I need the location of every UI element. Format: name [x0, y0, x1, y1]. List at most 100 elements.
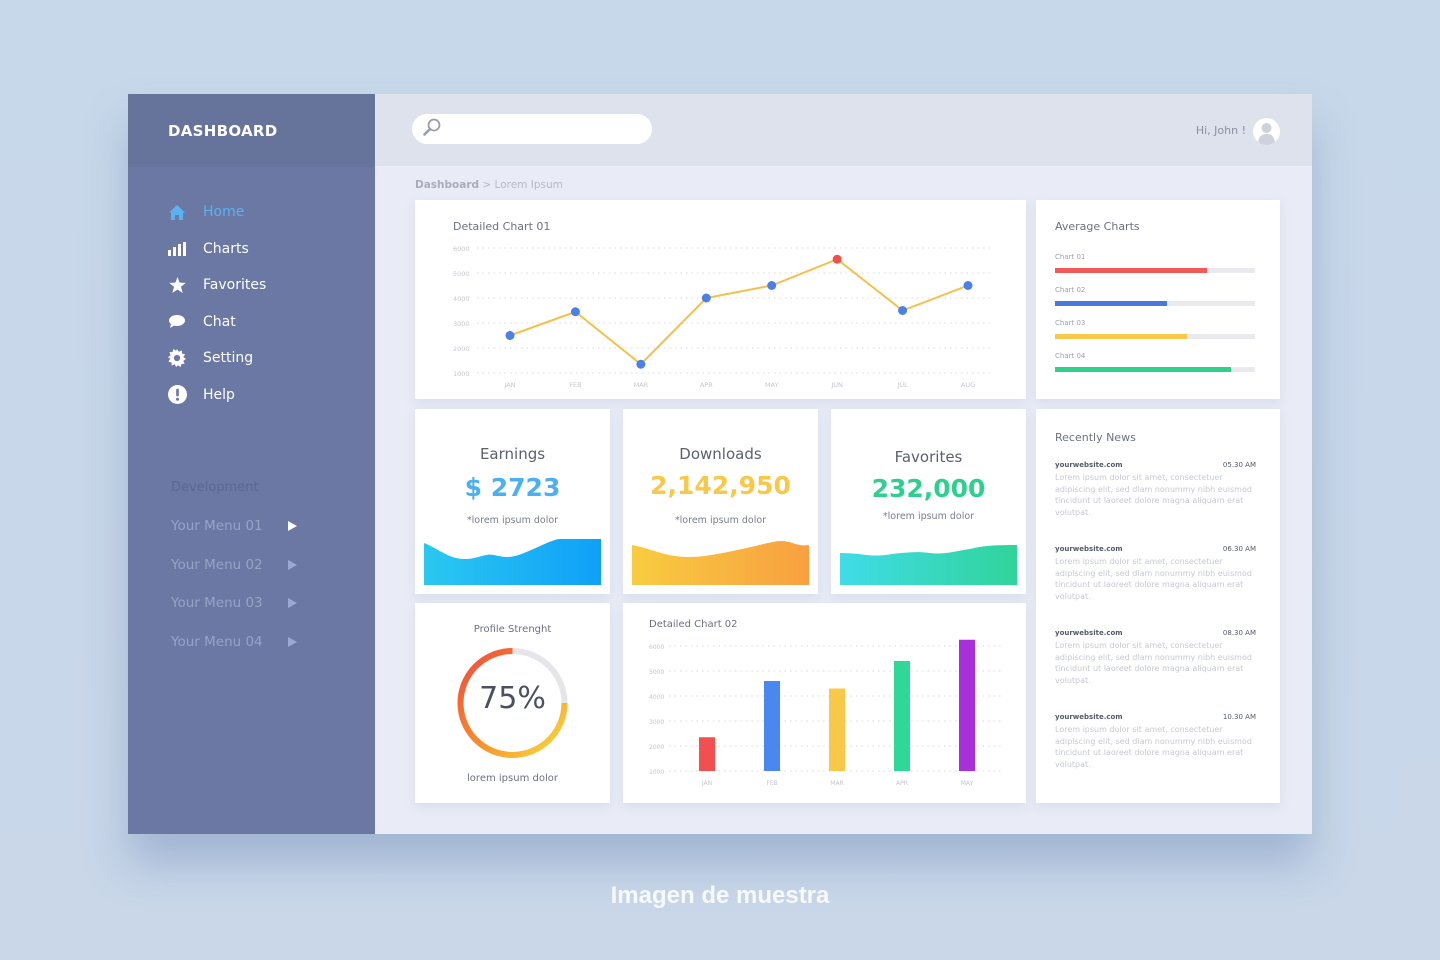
menu-item-04[interactable]: Your Menu 04: [171, 623, 297, 662]
data-point: [767, 281, 777, 290]
bar: [764, 681, 780, 771]
sidebar-item-favorites[interactable]: Favorites: [166, 267, 266, 304]
menu-item-01[interactable]: Your Menu 01: [171, 507, 297, 546]
sidebar-item-charts[interactable]: Charts: [166, 231, 266, 268]
menu-item-label: Your Menu 01: [171, 518, 263, 535]
sidebar-header: DASHBOARD: [128, 94, 375, 167]
avg-bar-track: [1055, 301, 1255, 306]
average-charts-title: Average Charts: [1055, 220, 1140, 233]
user-greeting: Hi, John !: [1195, 124, 1246, 137]
avg-bar-fill: [1055, 301, 1167, 306]
play-arrow-icon: [288, 521, 297, 532]
stat-caption: *lorem ipsum dolor: [882, 511, 975, 522]
sidebar-nav: Home Charts Favorites Chat Setting Help: [166, 194, 266, 413]
downloads-card: Downloads 2,142,950 *lorem ipsum dolor: [623, 409, 818, 594]
stat-caption: *lorem ipsum dolor: [466, 515, 559, 526]
menu-item-label: Your Menu 03: [171, 595, 263, 612]
sub-menu: Your Menu 01 Your Menu 02 Your Menu 03 Y…: [171, 507, 297, 661]
sidebar-item-label: Setting: [203, 350, 254, 367]
data-point: [505, 331, 515, 340]
x-tick-label: MAY: [961, 780, 974, 787]
sidebar-item-label: Charts: [203, 240, 249, 257]
star-icon: [166, 274, 188, 296]
y-tick-label: 5000: [649, 669, 664, 676]
bar: [959, 639, 975, 771]
data-point: [570, 307, 580, 317]
news-time: 05.30 AM: [1222, 461, 1256, 469]
search-box[interactable]: [412, 114, 652, 144]
data-point: [832, 254, 842, 264]
line-chart: 6000 5000 4000 3000 2000 1000 JAN FEB MAR APR MAY J…: [453, 245, 990, 389]
sidebar-item-label: Favorites: [203, 277, 267, 294]
y-tick-label: 2000: [453, 345, 470, 353]
app-title: DASHBOARD: [168, 122, 278, 140]
dashboard-window: DASHBOARD Home Charts Favorites Chat Set…: [128, 94, 1312, 834]
exclamation-icon: [166, 384, 188, 406]
x-tick-label: MAY: [765, 381, 779, 389]
y-tick-label: 6000: [649, 644, 664, 651]
y-tick-label: 5000: [453, 270, 470, 278]
section-label: Development: [171, 480, 259, 495]
sidebar-item-label: Help: [203, 386, 235, 403]
sidebar-item-home[interactable]: Home: [166, 194, 266, 231]
stat-title: Earnings: [479, 445, 546, 463]
search-input[interactable]: [448, 122, 648, 136]
y-tick-label: 6000: [453, 245, 470, 253]
y-tick-label: 1000: [649, 769, 664, 776]
news-time: 06.30 AM: [1222, 545, 1256, 553]
news-site[interactable]: yourwebsite.com: [1055, 629, 1123, 637]
y-tick-label: 2000: [649, 744, 664, 751]
news-body: Lorem ipsum dolor sit amet, consectetuer…: [1055, 473, 1252, 517]
earnings-wave-graphic: [424, 539, 601, 585]
line-chart-card: Detailed Chart 01 6000 5000 4000 3000 2000 10…: [415, 200, 1026, 399]
menu-item-02[interactable]: Your Menu 02: [171, 546, 297, 585]
sidebar-item-setting[interactable]: Setting: [166, 340, 266, 377]
x-tick-label: MAR: [830, 780, 843, 787]
news-site[interactable]: yourwebsite.com: [1055, 461, 1123, 469]
stat-title: Favorites: [894, 448, 963, 466]
recent-news-card: Recently News yourwebsite.com 05.30 AM Lor…: [1036, 409, 1280, 803]
news-body: Lorem ipsum dolor sit amet, consectetuer…: [1055, 557, 1252, 601]
x-tick-label: MAR: [634, 381, 649, 389]
avg-bar-fill: [1055, 334, 1187, 339]
top-bar: Hi, John !: [375, 94, 1312, 166]
sidebar-item-help[interactable]: Help: [166, 377, 266, 414]
breadcrumb-root[interactable]: Dashboard: [415, 179, 479, 191]
home-icon: [166, 201, 188, 223]
x-tick-label: JAN: [503, 381, 515, 389]
bar-chart-icon: [166, 238, 188, 260]
x-tick-label: JUL: [896, 381, 908, 389]
bar: [829, 688, 845, 771]
x-tick-label: JAN: [701, 780, 712, 787]
earnings-card: Earnings $ 2723 *lorem ipsum dolor: [415, 409, 610, 594]
sidebar: DASHBOARD Home Charts Favorites Chat Set…: [128, 94, 375, 834]
menu-item-03[interactable]: Your Menu 03: [171, 584, 297, 623]
news-site[interactable]: yourwebsite.com: [1055, 713, 1123, 721]
stat-value: $ 2723: [464, 473, 561, 502]
main-content: Dashboard > Lorem Ipsum Detailed Chart 0…: [375, 166, 1312, 834]
chat-bubble-icon: [166, 311, 188, 333]
x-tick-label: APR: [700, 381, 713, 389]
favorites-card: Favorites 232,000 *lorem ipsum dolor: [831, 409, 1026, 594]
y-tick-label: 4000: [453, 295, 470, 303]
news-time: 08.30 AM: [1222, 629, 1256, 637]
play-arrow-icon: [288, 598, 297, 609]
user-silhouette-icon: [1258, 123, 1275, 145]
stat-value: 232,000: [871, 474, 986, 503]
search-icon: [422, 117, 442, 141]
x-tick-label: AUG: [961, 381, 975, 389]
x-tick-label: APR: [896, 780, 908, 787]
avatar[interactable]: [1253, 118, 1280, 145]
sidebar-item-chat[interactable]: Chat: [166, 304, 266, 341]
menu-item-label: Your Menu 02: [171, 556, 263, 573]
bar: [894, 661, 910, 771]
avg-bar-fill: [1055, 268, 1207, 273]
news-body: Lorem ipsum dolor sit amet, consectetuer…: [1055, 641, 1252, 685]
news-body: Lorem ipsum dolor sit amet, consectetuer…: [1055, 725, 1252, 769]
data-point: [963, 281, 973, 290]
avg-bar-label: Chart 02: [1055, 286, 1086, 294]
news-site[interactable]: yourwebsite.com: [1055, 545, 1123, 553]
breadcrumb: Dashboard > Lorem Ipsum: [415, 179, 563, 191]
y-tick-label: 4000: [649, 694, 664, 701]
news-time: 10.30 AM: [1222, 713, 1256, 721]
